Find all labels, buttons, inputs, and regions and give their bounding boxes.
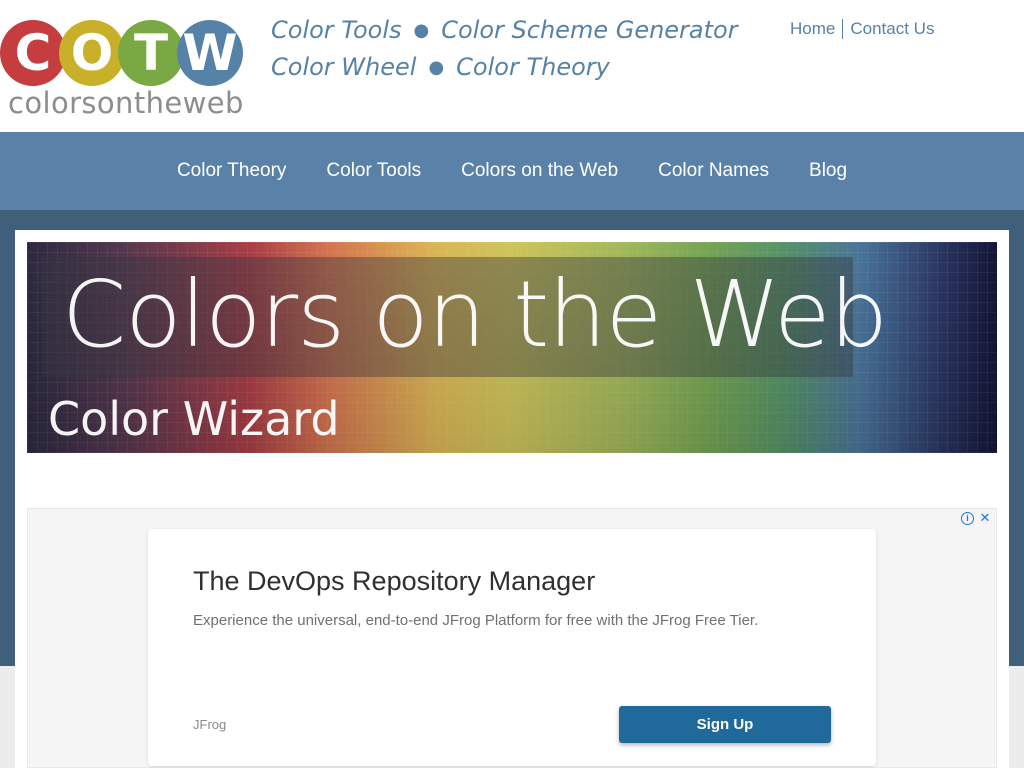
- ad-info-icon[interactable]: i: [961, 511, 974, 525]
- main-nav-blog[interactable]: Blog: [809, 160, 847, 182]
- ad-card[interactable]: The DevOps Repository Manager Experience…: [148, 529, 876, 766]
- hero-subtitle: Color Wizard: [48, 392, 340, 446]
- quick-link-color-wheel[interactable]: Color Wheel: [271, 53, 416, 81]
- quick-links-row-1: Color Tools ● Color Scheme Generator: [271, 12, 741, 49]
- divider: [842, 19, 844, 39]
- main-nav-color-names[interactable]: Color Names: [658, 160, 769, 182]
- logo-circle-w: W: [177, 20, 243, 86]
- nav-contact-us-link[interactable]: Contact Us: [850, 19, 934, 39]
- quick-link-color-scheme-generator[interactable]: Color Scheme Generator: [441, 16, 737, 44]
- main-nav: Color Theory Color Tools Colors on the W…: [0, 132, 1024, 210]
- logo-circle-c: C: [0, 20, 66, 86]
- site-logo[interactable]: C O T W colorsontheweb: [0, 18, 250, 124]
- logo-circle-t: T: [118, 20, 184, 86]
- ad-headline[interactable]: The DevOps Repository Manager: [193, 566, 595, 597]
- ad-container: i ✕ The DevOps Repository Manager Experi…: [27, 508, 997, 768]
- site-header: C O T W colorsontheweb Color Tools ● Color…: [0, 0, 1024, 132]
- ad-description: Experience the universal, end-to-end JFr…: [193, 612, 759, 629]
- content-card: Colors on the Web Color Wizard i ✕ The D…: [15, 230, 1009, 768]
- ad-controls: i ✕: [961, 511, 992, 525]
- quick-links-row-2: Color Wheel ● Color Theory: [271, 49, 741, 86]
- bullet-separator: ●: [413, 20, 430, 41]
- sign-up-button[interactable]: Sign Up: [619, 706, 831, 743]
- main-nav-color-theory[interactable]: Color Theory: [177, 160, 286, 182]
- utility-nav: Home Contact Us: [790, 19, 934, 39]
- hero-title-box: Colors on the Web: [42, 257, 888, 377]
- bullet-separator: ●: [428, 57, 445, 78]
- logo-wordmark: colorsontheweb: [8, 86, 244, 120]
- hero-title: Colors on the Web: [62, 261, 888, 368]
- quick-links: Color Tools ● Color Scheme Generator Color…: [271, 12, 741, 86]
- main-nav-color-tools[interactable]: Color Tools: [326, 160, 421, 182]
- quick-link-color-theory[interactable]: Color Theory: [456, 53, 610, 81]
- hero-banner: Colors on the Web Color Wizard: [27, 242, 997, 453]
- ad-advertiser: JFrog: [193, 717, 227, 732]
- ad-close-icon[interactable]: ✕: [978, 511, 992, 525]
- main-nav-colors-on-the-web[interactable]: Colors on the Web: [461, 160, 618, 182]
- nav-home-link[interactable]: Home: [790, 19, 835, 39]
- quick-link-color-tools[interactable]: Color Tools: [271, 16, 402, 44]
- logo-circle-o: O: [59, 20, 125, 86]
